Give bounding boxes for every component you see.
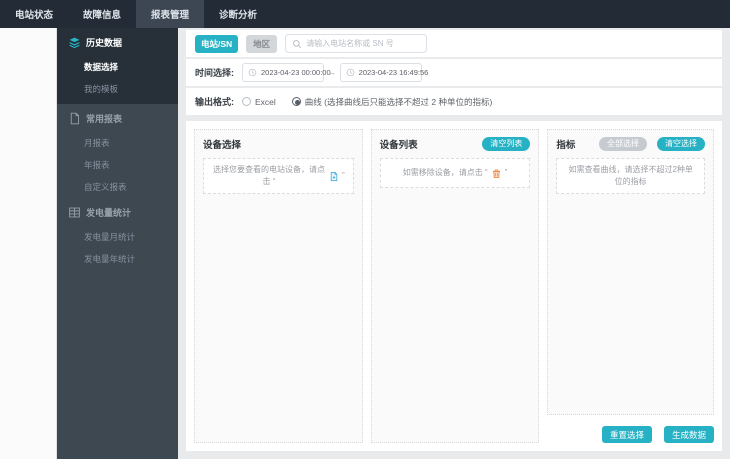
top-navbar: 电站状态 故障信息 报表管理 诊断分析 xyxy=(0,0,730,28)
radio-excel-label: Excel xyxy=(255,96,276,107)
device-select-placeholder-text: 选择您要查看的电站设备，请点击 “ xyxy=(212,165,325,186)
device-list-placeholder-text: 如需移除设备，请点击 “ xyxy=(402,168,488,177)
region-tab-button[interactable]: 地区 xyxy=(246,34,278,53)
time-select-row: 时间选择: 2023-04-23 00:00:00 -- 2023-04-23 … xyxy=(186,59,722,86)
nav-item-report-management[interactable]: 报表管理 xyxy=(136,0,205,28)
sidebar-item-generation-yearly[interactable]: 发电量年统计 xyxy=(57,248,178,270)
sidebar: 历史数据 数据选择 我的模板 常用报表 月报表 年报表 自定义报表 发电量统计 … xyxy=(57,28,178,459)
sidebar-item-my-templates[interactable]: 我的模板 xyxy=(57,78,178,100)
radio-curve-label: 曲线 (选择曲线后只能选择不超过 2 种单位的指标) xyxy=(304,96,493,107)
sidebar-item-data-select[interactable]: 数据选择 xyxy=(57,56,178,78)
generate-data-button[interactable]: 生成数据 xyxy=(664,426,715,443)
sidebar-group-history-data: 历史数据 数据选择 我的模板 xyxy=(57,28,178,104)
search-row: 电站/SN 地区 xyxy=(186,30,722,57)
radio-excel[interactable]: Excel xyxy=(242,97,276,107)
sidebar-group-generation-stats-header[interactable]: 发电量统计 xyxy=(57,198,178,226)
station-search-input[interactable] xyxy=(306,39,421,48)
radio-excel-dot xyxy=(242,97,251,106)
indicators-placeholder-text: 如需查看曲线，请选择不超过2种单位的指标 xyxy=(568,165,693,186)
indicators-panel: 指标 全部选择 清空选择 如需查看曲线，请选择不超过2种单位的指标 xyxy=(547,129,715,415)
selection-card: 设备选择 选择您要查看的电站设备，请点击 “ ” 设备列表 清空列表 如需移除设… xyxy=(186,121,722,451)
trash-icon xyxy=(492,169,500,178)
clear-list-button[interactable]: 清空列表 xyxy=(482,137,531,151)
sidebar-item-monthly-report[interactable]: 月报表 xyxy=(57,132,178,154)
device-select-placeholder: 选择您要查看的电站设备，请点击 “ ” xyxy=(203,158,354,194)
station-search-box[interactable] xyxy=(285,34,428,53)
clock-icon xyxy=(248,68,257,77)
clear-selection-button[interactable]: 清空选择 xyxy=(657,137,706,151)
radio-curve-dot xyxy=(291,97,301,106)
sidebar-group-history-data-header[interactable]: 历史数据 xyxy=(57,28,178,56)
device-list-title: 设备列表 xyxy=(379,140,418,151)
sidebar-group-label: 历史数据 xyxy=(86,38,123,48)
nav-item-fault-info[interactable]: 故障信息 xyxy=(68,0,136,28)
document-icon xyxy=(70,112,80,125)
reset-selection-button[interactable]: 重置选择 xyxy=(601,426,652,443)
device-list-placeholder-suffix: ” xyxy=(504,168,508,177)
date-range-separator: -- xyxy=(329,67,335,78)
device-select-panel: 设备选择 选择您要查看的电站设备，请点击 “ ” xyxy=(194,129,363,443)
sidebar-group-label: 发电量统计 xyxy=(86,208,132,218)
indicators-placeholder: 如需查看曲线，请选择不超过2种单位的指标 xyxy=(556,158,706,194)
left-rail xyxy=(0,28,57,459)
output-format-row: 输出格式: Excel 曲线 (选择曲线后只能选择不超过 2 种单位的指标) xyxy=(186,88,722,115)
device-select-placeholder-suffix: ” xyxy=(342,171,345,180)
start-datetime-input[interactable]: 2023-04-23 00:00:00 xyxy=(242,63,331,82)
start-datetime-value: 2023-04-23 00:00:00 xyxy=(261,68,331,77)
select-all-button[interactable]: 全部选择 xyxy=(599,137,648,151)
indicators-column: 指标 全部选择 清空选择 如需查看曲线，请选择不超过2种单位的指标 重置选择 生… xyxy=(547,129,715,443)
time-select-label: 时间选择: xyxy=(195,68,234,78)
device-list-panel: 设备列表 清空列表 如需移除设备，请点击 “ ” xyxy=(370,129,540,443)
sidebar-item-custom-report[interactable]: 自定义报表 xyxy=(57,176,178,198)
actions-row: 重置选择 生成数据 xyxy=(547,415,715,443)
file-add-icon xyxy=(330,171,338,181)
station-sn-tab-button[interactable]: 电站/SN xyxy=(195,34,239,53)
device-list-placeholder: 如需移除设备，请点击 “ ” xyxy=(379,158,531,188)
radio-curve[interactable]: 曲线 (选择曲线后只能选择不超过 2 种单位的指标) xyxy=(291,96,493,108)
clock-icon xyxy=(346,68,354,77)
sidebar-item-yearly-report[interactable]: 年报表 xyxy=(57,154,178,176)
output-format-label: 输出格式: xyxy=(195,97,234,107)
end-datetime-value: 2023-04-23 16:49:56 xyxy=(358,68,429,77)
sidebar-group-common-reports: 常用报表 月报表 年报表 自定义报表 xyxy=(57,104,178,198)
table-icon xyxy=(69,207,80,218)
sidebar-group-common-reports-header[interactable]: 常用报表 xyxy=(57,104,178,132)
main-content: 电站/SN 地区 时间选择: 2023-04-23 00:00:00 -- xyxy=(178,28,730,459)
sidebar-group-generation-stats: 发电量统计 发电量月统计 发电量年统计 xyxy=(57,198,178,270)
indicators-title: 指标 xyxy=(556,140,576,151)
end-datetime-input[interactable]: 2023-04-23 16:49:56 xyxy=(339,63,428,82)
nav-item-diagnosis[interactable]: 诊断分析 xyxy=(204,0,272,28)
sidebar-group-label: 常用报表 xyxy=(86,114,123,124)
nav-item-station-status[interactable]: 电站状态 xyxy=(0,0,68,28)
layers-icon xyxy=(69,37,80,49)
device-select-title: 设备选择 xyxy=(203,140,242,151)
search-icon xyxy=(293,39,302,48)
sidebar-item-generation-monthly[interactable]: 发电量月统计 xyxy=(57,226,178,248)
